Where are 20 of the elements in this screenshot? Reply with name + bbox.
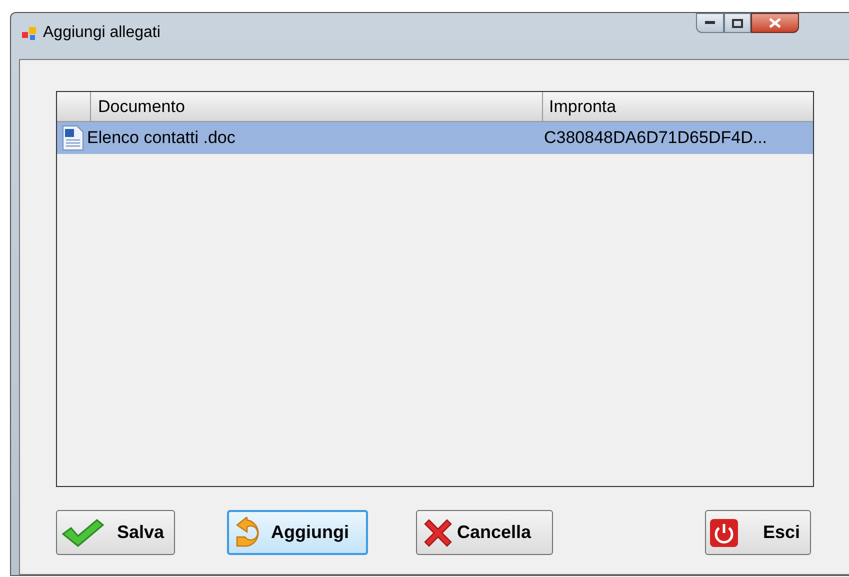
power-icon bbox=[710, 518, 738, 546]
minimize-button[interactable] bbox=[696, 13, 724, 33]
close-button[interactable] bbox=[751, 13, 799, 33]
document-icon bbox=[61, 125, 85, 151]
save-button[interactable]: Salva bbox=[56, 510, 175, 555]
table-row[interactable]: Elenco contatti .doc C380848DA6D71D65DF4D... bbox=[57, 122, 813, 154]
add-button[interactable]: Aggiungi bbox=[227, 510, 368, 555]
checkmark-icon bbox=[61, 518, 105, 548]
column-header[interactable]: Documento bbox=[91, 92, 543, 121]
column-header[interactable]: Impronta bbox=[543, 92, 813, 121]
table-cell-text: C380848DA6D71D65DF4D... bbox=[544, 127, 768, 150]
close-icon bbox=[769, 18, 781, 28]
cancel-button[interactable]: Cancella bbox=[416, 510, 553, 555]
maximize-icon bbox=[732, 18, 743, 28]
minimize-icon bbox=[705, 21, 715, 25]
table-cell-text: Elenco contatti .doc bbox=[87, 127, 236, 150]
exit-button[interactable]: Esci bbox=[705, 510, 811, 555]
app-icon bbox=[21, 25, 37, 41]
window-title: Aggiungi allegati bbox=[43, 23, 160, 43]
maximize-button[interactable] bbox=[724, 13, 751, 33]
